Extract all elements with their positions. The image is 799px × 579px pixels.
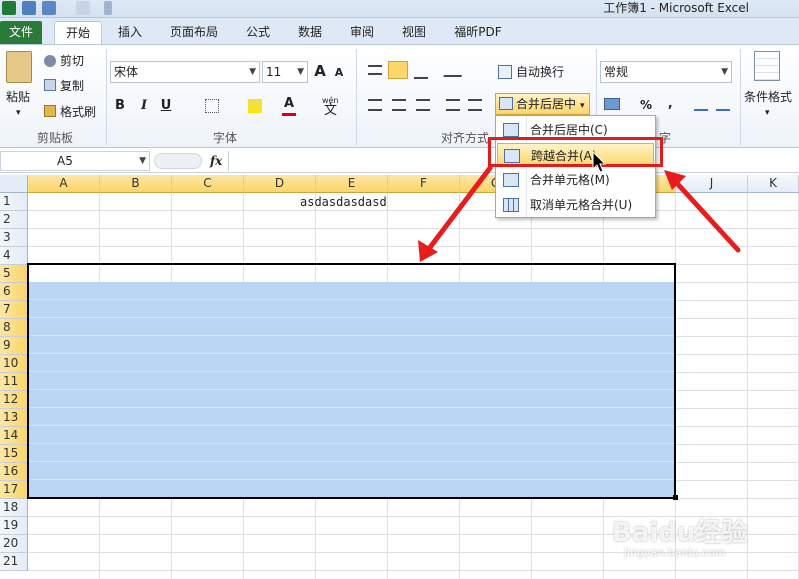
arrow-to-selection	[418, 165, 493, 262]
watermark-logo: Baidu经验	[612, 518, 748, 548]
annotation-arrows	[418, 165, 741, 262]
watermark-url: jingyan.baidu.com	[624, 546, 726, 559]
arrow-to-menu	[664, 170, 741, 253]
